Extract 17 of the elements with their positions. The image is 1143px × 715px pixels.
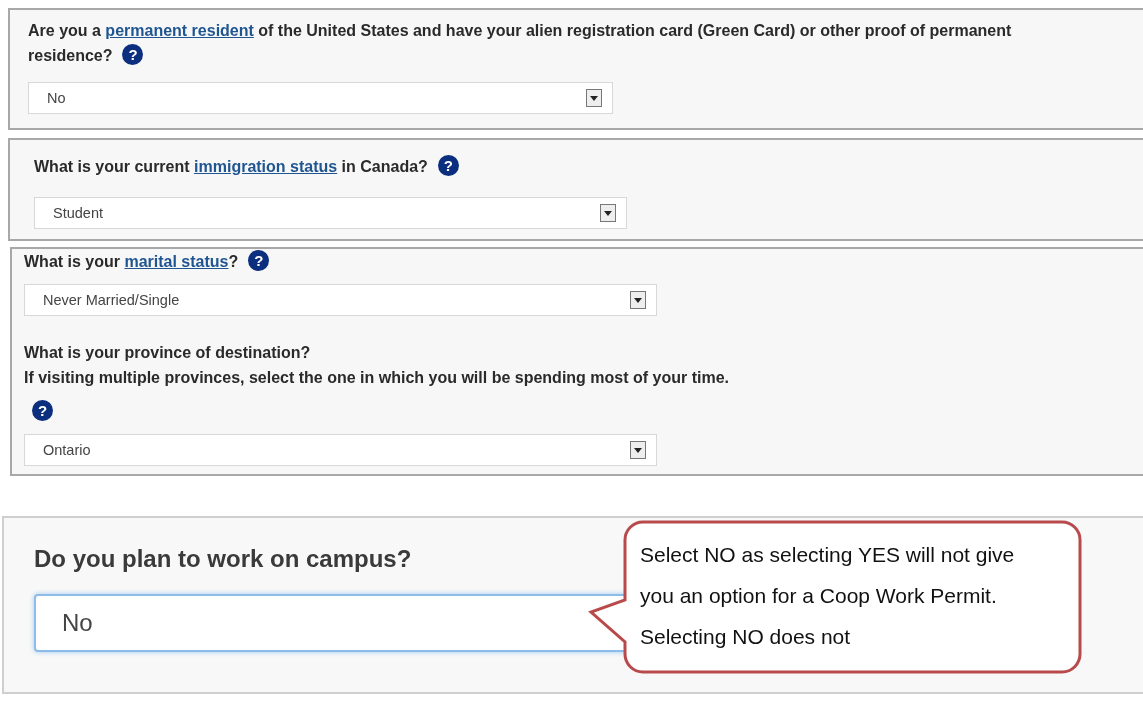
callout-tooltip: Select NO as selecting YES will not give you an option for a Coop Work Permit. Selecting NO does not: [588, 520, 1084, 676]
help-button[interactable]: ?: [437, 155, 459, 176]
help-link[interactable]: permanent resident: [105, 22, 254, 39]
question-label: What is your marital status? ?: [24, 249, 270, 274]
dropdown-field[interactable]: Student: [34, 197, 627, 229]
dropdown-field[interactable]: No: [28, 82, 613, 114]
question-label: What is your province of destination? If visiting multiple provinces, select the one in which you will be spending most of your time. ?: [24, 343, 729, 423]
help-link[interactable]: marital status: [124, 253, 229, 270]
help-link[interactable]: immigration status: [194, 158, 338, 175]
help-button[interactable]: ?: [248, 250, 270, 271]
dropdown-field[interactable]: Ontario: [24, 434, 657, 466]
dropdown-field[interactable]: Never Married/Single: [24, 284, 657, 316]
help-button[interactable]: ?: [122, 44, 144, 65]
question-label: Do you plan to work on campus?: [34, 544, 412, 574]
question-label: What is your current immigration status in Canada? ?: [34, 154, 459, 179]
question-label: Are you a permanent resident of the United States and have your alien registration card (Green Card) or other proof of permanent residence? ?: [28, 21, 1013, 67]
help-button[interactable]: ?: [32, 400, 53, 421]
